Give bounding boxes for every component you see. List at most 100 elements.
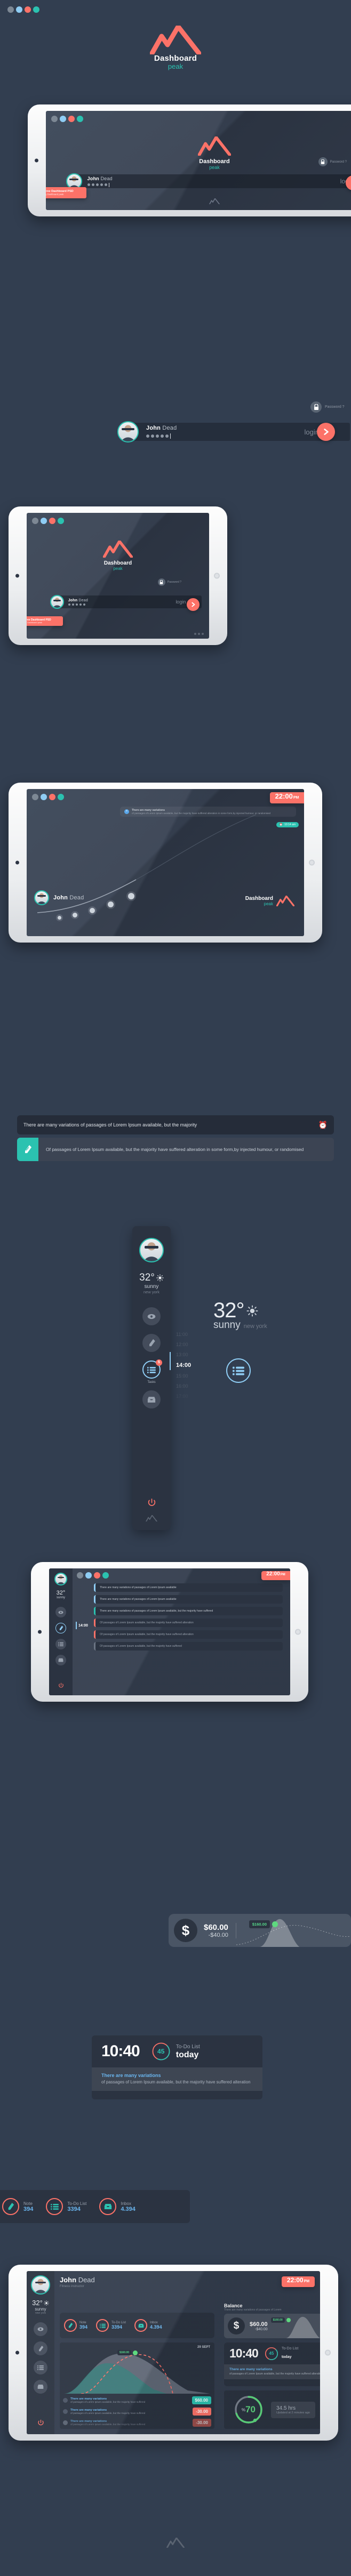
mail-row[interactable]: There are many variations of passages of… — [94, 1583, 283, 1592]
tablet-home-button[interactable] — [38, 1630, 42, 1634]
window-dot-gray[interactable] — [7, 6, 14, 13]
mail-row[interactable]: There are many variations of passages of… — [94, 1607, 283, 1615]
sidebar-item-inbox[interactable] — [142, 1390, 161, 1408]
transaction-row[interactable]: There are many variations of passages of… — [60, 2406, 214, 2417]
window-dot-red[interactable] — [94, 1572, 100, 1579]
window-dot-blue[interactable] — [60, 116, 66, 122]
timeline-node[interactable] — [90, 908, 95, 913]
hour-item-active[interactable]: 14:00 — [176, 1362, 191, 1368]
screen-window-controls[interactable] — [51, 116, 83, 122]
hour-item[interactable]: 11:00 — [176, 1332, 191, 1337]
pagination-dots[interactable] — [194, 633, 204, 635]
sidebar-item-note[interactable] — [34, 2341, 47, 2355]
sidebar-item-eye[interactable] — [34, 2322, 47, 2336]
sidebar-item-tasks[interactable]: 5 — [142, 1359, 162, 1379]
screen-window-controls[interactable] — [32, 518, 64, 524]
sidebar-item-inbox[interactable] — [55, 1655, 66, 1665]
alarm-clock-icon[interactable]: ⏰ — [318, 1121, 334, 1130]
hour-list[interactable]: 11:00 12:00 13:00 14:00 15:00 16:00 17:0… — [176, 1332, 191, 1404]
power-icon[interactable] — [147, 1498, 156, 1507]
power-icon[interactable] — [37, 2419, 44, 2426]
close-circle-icon[interactable]: × — [124, 809, 129, 814]
avatar[interactable] — [31, 2275, 50, 2295]
sidebar-item-eye[interactable] — [142, 1307, 161, 1325]
lock-icon[interactable] — [310, 401, 322, 413]
window-dot-teal[interactable] — [77, 116, 83, 122]
window-dot-gray[interactable] — [77, 1572, 83, 1579]
tasks-button-large[interactable] — [226, 1358, 251, 1383]
hour-item[interactable]: 15:00 — [176, 1373, 191, 1379]
clock-note[interactable]: There are many variations of passages of… — [92, 2067, 262, 2091]
password-help-label[interactable]: Password ? — [330, 160, 347, 164]
mail-row[interactable]: Of passages of Lorem Ipsum available, bu… — [94, 1630, 283, 1639]
hour-item[interactable]: 13:00 — [176, 1352, 191, 1357]
password-help-label[interactable]: Password ? — [325, 405, 345, 409]
tablet-home-button[interactable] — [35, 158, 38, 163]
window-dot-red[interactable] — [68, 116, 75, 122]
password-help[interactable]: Password ? — [157, 578, 181, 586]
stat-inbox[interactable]: Inbox 4.394 — [93, 2198, 142, 2215]
lock-icon[interactable] — [157, 578, 165, 586]
stat-todo[interactable]: To-Do List 3394 — [92, 2319, 130, 2332]
mail-row[interactable]: There are many variations of passages of… — [94, 1595, 283, 1604]
sidebar-item-tasks[interactable] — [55, 1639, 66, 1649]
window-dot-teal[interactable] — [102, 1572, 109, 1579]
window-dot-teal[interactable] — [58, 518, 64, 524]
transaction-row[interactable]: There are many variations of passages of… — [60, 2395, 214, 2406]
tablet-home-button[interactable] — [15, 574, 19, 578]
timeline-node[interactable] — [73, 913, 77, 917]
avatar[interactable] — [139, 1238, 164, 1262]
sidebar-item-note[interactable] — [142, 1334, 161, 1352]
window-dot-blue[interactable] — [16, 6, 22, 13]
user-chip[interactable]: John Dead — [34, 890, 84, 905]
window-dot-blue[interactable] — [85, 1572, 92, 1579]
tablet-home-button[interactable] — [15, 860, 19, 865]
sidebar-item-eye[interactable] — [55, 1607, 66, 1617]
avatar[interactable] — [54, 1573, 67, 1585]
mail-row[interactable]: Of passages of Lorem Ipsum available, bu… — [94, 1619, 283, 1627]
window-dot-gray[interactable] — [32, 518, 38, 524]
window-dot-blue[interactable] — [41, 518, 47, 524]
password-help[interactable]: Password ? — [318, 157, 347, 167]
sidebar-item-inbox[interactable] — [34, 2380, 47, 2394]
notification-bar-secondary[interactable]: Of passages of Lorem Ipsum available, bu… — [17, 1138, 334, 1161]
window-dot-blue[interactable] — [41, 794, 47, 800]
window-dot-teal[interactable] — [33, 6, 39, 13]
window-dot-gray[interactable] — [51, 116, 58, 122]
timeline-node[interactable] — [58, 916, 61, 920]
sidebar-item-tasks[interactable] — [34, 2361, 47, 2374]
stat-note[interactable]: Note 394 — [60, 2319, 92, 2332]
password-input[interactable] — [68, 603, 88, 606]
hour-item[interactable]: 17:00 — [176, 1394, 191, 1399]
stat-note[interactable]: Note 394 — [0, 2198, 39, 2215]
transaction-row[interactable]: There are many variations of passages of… — [60, 2417, 214, 2428]
password-input[interactable] — [87, 182, 113, 187]
window-dot-teal[interactable] — [58, 794, 64, 800]
lock-icon[interactable] — [318, 157, 328, 167]
window-dot-red[interactable] — [49, 518, 55, 524]
clock-note[interactable]: There are many variations of passages of… — [224, 2364, 320, 2380]
window-controls[interactable] — [7, 6, 39, 13]
password-input[interactable] — [146, 433, 177, 439]
balance-marker[interactable] — [286, 2318, 291, 2322]
screen-window-controls[interactable] — [77, 1572, 109, 1579]
window-dot-red[interactable] — [49, 794, 55, 800]
screen-window-controls[interactable] — [32, 794, 64, 800]
promo-card[interactable]: Free Dashboard PSD by Dashboard peak — [27, 616, 63, 626]
mail-row[interactable]: Of passages of Lorem Ipsum available, bu… — [94, 1642, 283, 1651]
hour-item[interactable]: 16:00 — [176, 1383, 191, 1389]
notification-toast[interactable]: × There are many variations of passages … — [120, 807, 296, 817]
balance-marker[interactable] — [272, 1921, 278, 1927]
timeline-node[interactable] — [128, 893, 134, 899]
tablet-home-button[interactable] — [15, 2350, 19, 2355]
login-submit-button[interactable] — [317, 423, 335, 441]
login-submit-button[interactable] — [187, 598, 200, 611]
window-dot-gray[interactable] — [32, 794, 38, 800]
window-dot-red[interactable] — [25, 6, 31, 13]
notification-bar-primary[interactable]: There are many variations of passages of… — [17, 1115, 334, 1134]
power-icon[interactable] — [58, 1683, 64, 1688]
sidebar-item-note[interactable] — [55, 1623, 66, 1633]
password-help-label[interactable]: Password ? — [167, 581, 181, 584]
hour-item[interactable]: 12:00 — [176, 1342, 191, 1347]
promo-card[interactable]: Free Dashboard PSD by Dashboard peak — [46, 187, 86, 198]
